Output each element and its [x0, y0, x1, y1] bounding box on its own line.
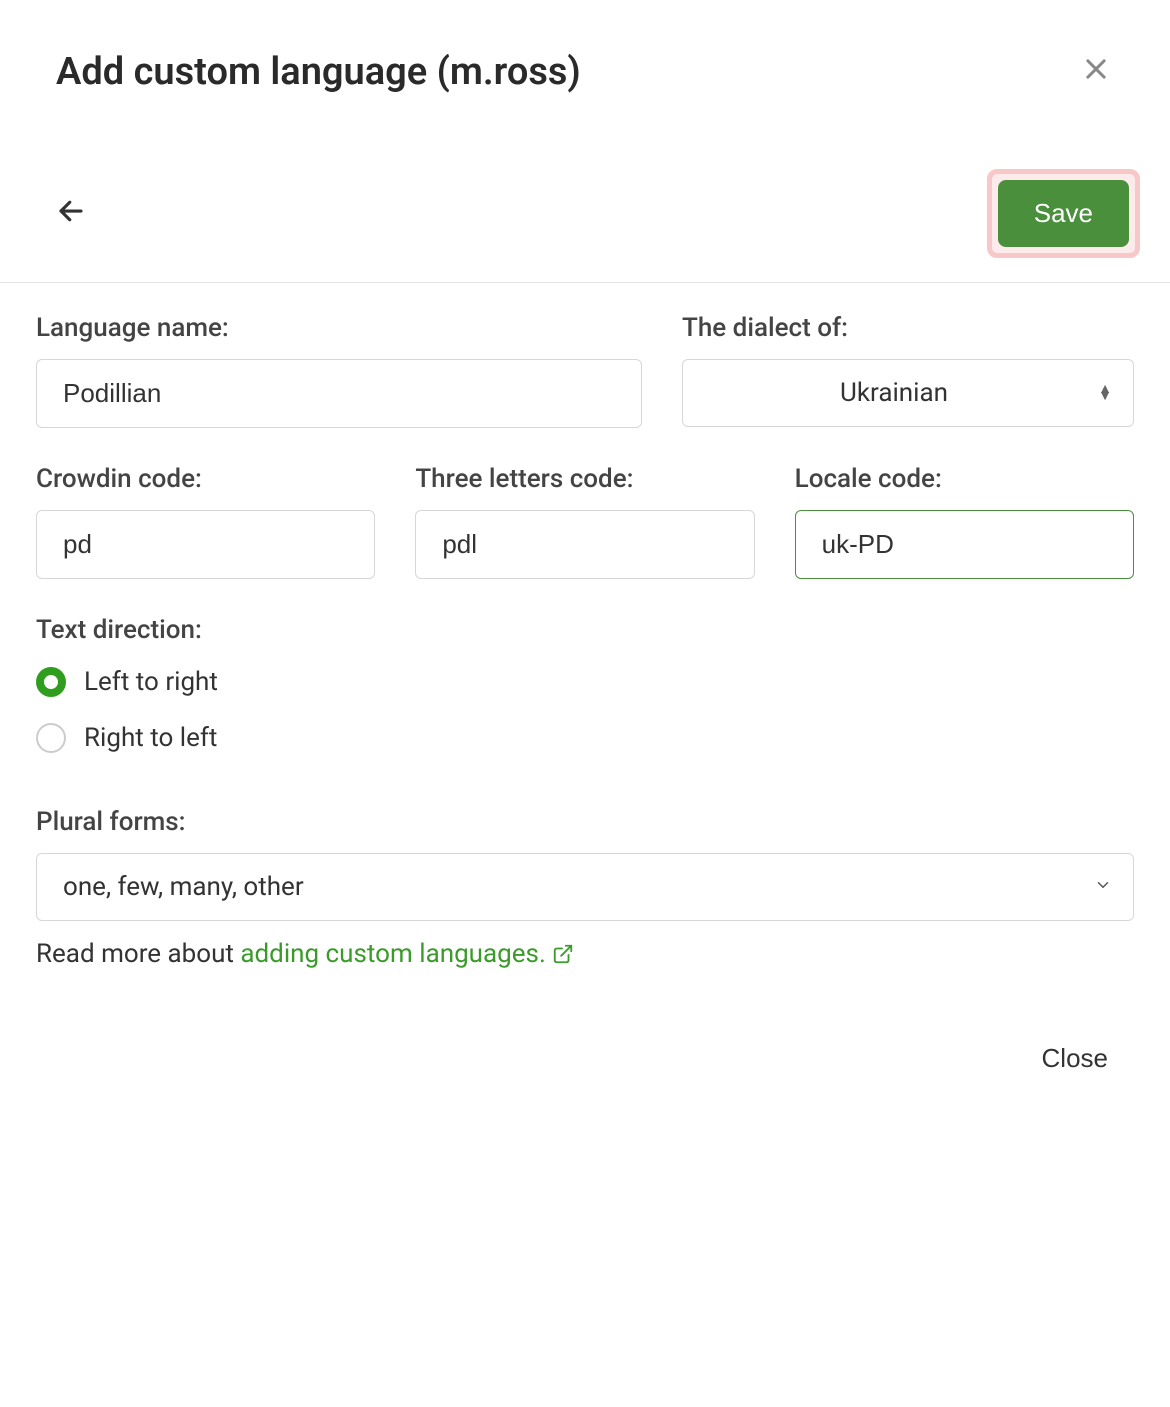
modal-toolbar: Save — [0, 94, 1170, 283]
three-letters-code-input[interactable] — [415, 510, 754, 579]
radio-unchecked-icon — [36, 723, 66, 753]
form-body: Language name: The dialect of: Ukrainian… — [0, 283, 1170, 972]
locale-code-input[interactable] — [795, 510, 1134, 579]
text-direction-rtl-radio[interactable]: Right to left — [36, 723, 1134, 753]
radio-checked-icon — [36, 667, 66, 697]
plural-forms-select[interactable]: one, few, many, other — [36, 853, 1134, 921]
dialect-of-label: The dialect of: — [682, 313, 1134, 343]
dialect-of-select[interactable]: Ukrainian — [682, 359, 1134, 427]
language-name-label: Language name: — [36, 313, 642, 343]
modal-title: Add custom language (m.ross) — [56, 50, 581, 94]
text-direction-rtl-label: Right to left — [84, 723, 217, 753]
text-direction-ltr-radio[interactable]: Left to right — [36, 667, 1134, 697]
modal-header: Add custom language (m.ross) — [0, 0, 1170, 94]
language-name-input[interactable] — [36, 359, 642, 428]
crowdin-code-input[interactable] — [36, 510, 375, 579]
crowdin-code-field: Crowdin code: — [36, 464, 375, 579]
help-link[interactable]: adding custom languages. — [240, 939, 573, 969]
three-letters-code-field: Three letters code: — [415, 464, 754, 579]
close-icon[interactable] — [1078, 51, 1114, 93]
locale-code-field: Locale code: — [795, 464, 1134, 579]
text-direction-label: Text direction: — [36, 615, 1134, 645]
help-text: Read more about adding custom languages. — [36, 939, 1134, 972]
modal-footer: Close — [0, 972, 1170, 1075]
text-direction-ltr-label: Left to right — [84, 667, 218, 697]
save-button-highlight: Save — [987, 169, 1140, 258]
back-arrow-icon[interactable] — [56, 196, 86, 231]
three-letters-code-label: Three letters code: — [415, 464, 754, 494]
dialect-of-field: The dialect of: Ukrainian ▲▼ — [682, 313, 1134, 428]
language-name-field: Language name: — [36, 313, 642, 428]
plural-forms-label: Plural forms: — [36, 807, 1134, 837]
help-prefix: Read more about — [36, 939, 240, 969]
add-custom-language-modal: Add custom language (m.ross) Save Langua… — [0, 0, 1170, 1115]
text-direction-group: Left to right Right to left — [36, 667, 1134, 779]
crowdin-code-label: Crowdin code: — [36, 464, 375, 494]
locale-code-label: Locale code: — [795, 464, 1134, 494]
save-button[interactable]: Save — [998, 180, 1129, 247]
external-link-icon — [552, 942, 574, 972]
close-button[interactable]: Close — [1036, 1042, 1114, 1075]
